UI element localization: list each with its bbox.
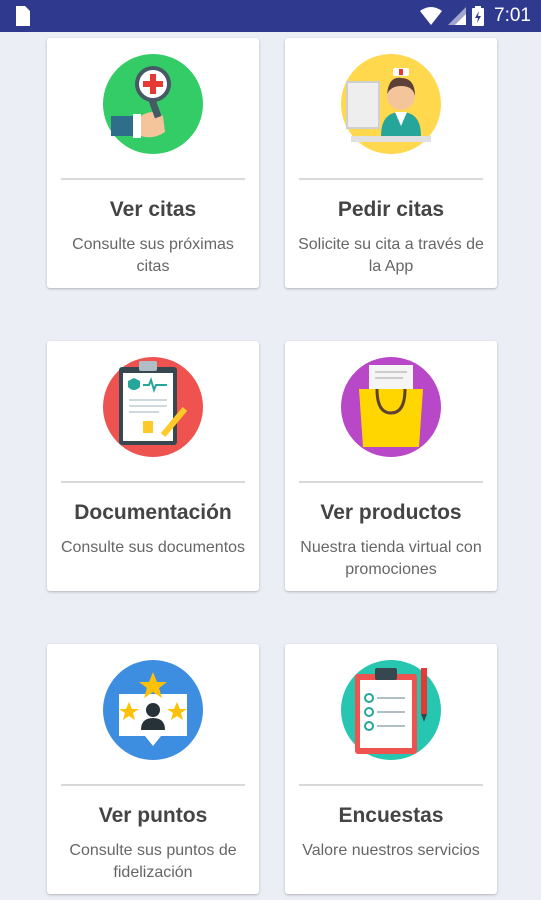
doctor-search-icon bbox=[101, 52, 205, 156]
card-pedir-citas[interactable]: Pedir citas Solicite su cita a través de… bbox=[285, 38, 497, 288]
loyalty-stars-icon bbox=[101, 658, 205, 762]
shopping-bag-icon bbox=[339, 355, 443, 459]
nurse-icon bbox=[339, 52, 443, 156]
card-divider bbox=[299, 178, 483, 180]
card-description: Consulte sus próximas citas bbox=[72, 236, 234, 275]
clock: 7:01 bbox=[494, 5, 531, 26]
card-ver-puntos[interactable]: Ver puntos Consulte sus puntos de fideli… bbox=[47, 644, 259, 894]
medical-document-icon bbox=[101, 355, 205, 459]
card-description: Consulte sus documentos bbox=[60, 539, 246, 556]
card-title: Ver productos bbox=[320, 501, 462, 524]
card-description: Solicite su cita a través de la App bbox=[298, 236, 484, 275]
card-title: Documentación bbox=[74, 501, 232, 524]
card-divider bbox=[61, 178, 245, 180]
card-description: Nuestra tienda virtual con promociones bbox=[300, 539, 482, 578]
card-divider bbox=[299, 481, 483, 483]
card-title: Ver citas bbox=[109, 198, 197, 221]
sim-card-icon bbox=[16, 6, 30, 26]
card-ver-productos[interactable]: Ver productos Nuestra tienda virtual con… bbox=[285, 341, 497, 591]
card-divider bbox=[299, 784, 483, 786]
card-title: Pedir citas bbox=[337, 198, 445, 221]
card-documentacion[interactable]: Documentación Consulte sus documentos bbox=[47, 341, 259, 591]
card-description: Valore nuestros servicios bbox=[302, 842, 480, 859]
battery-icon bbox=[472, 6, 485, 26]
card-title: Encuestas bbox=[338, 804, 444, 827]
survey-clipboard-icon bbox=[339, 658, 443, 762]
card-divider bbox=[61, 481, 245, 483]
signal-icon bbox=[448, 7, 467, 25]
status-bar: 7:01 bbox=[0, 0, 541, 32]
card-divider bbox=[61, 784, 245, 786]
card-title: Ver puntos bbox=[98, 804, 208, 827]
card-ver-citas[interactable]: Ver citas Consulte sus próximas citas bbox=[47, 38, 259, 288]
card-description: Consulte sus puntos de fidelización bbox=[69, 842, 237, 881]
wifi-icon bbox=[420, 7, 443, 25]
card-encuestas[interactable]: Encuestas Valore nuestros servicios bbox=[285, 644, 497, 894]
